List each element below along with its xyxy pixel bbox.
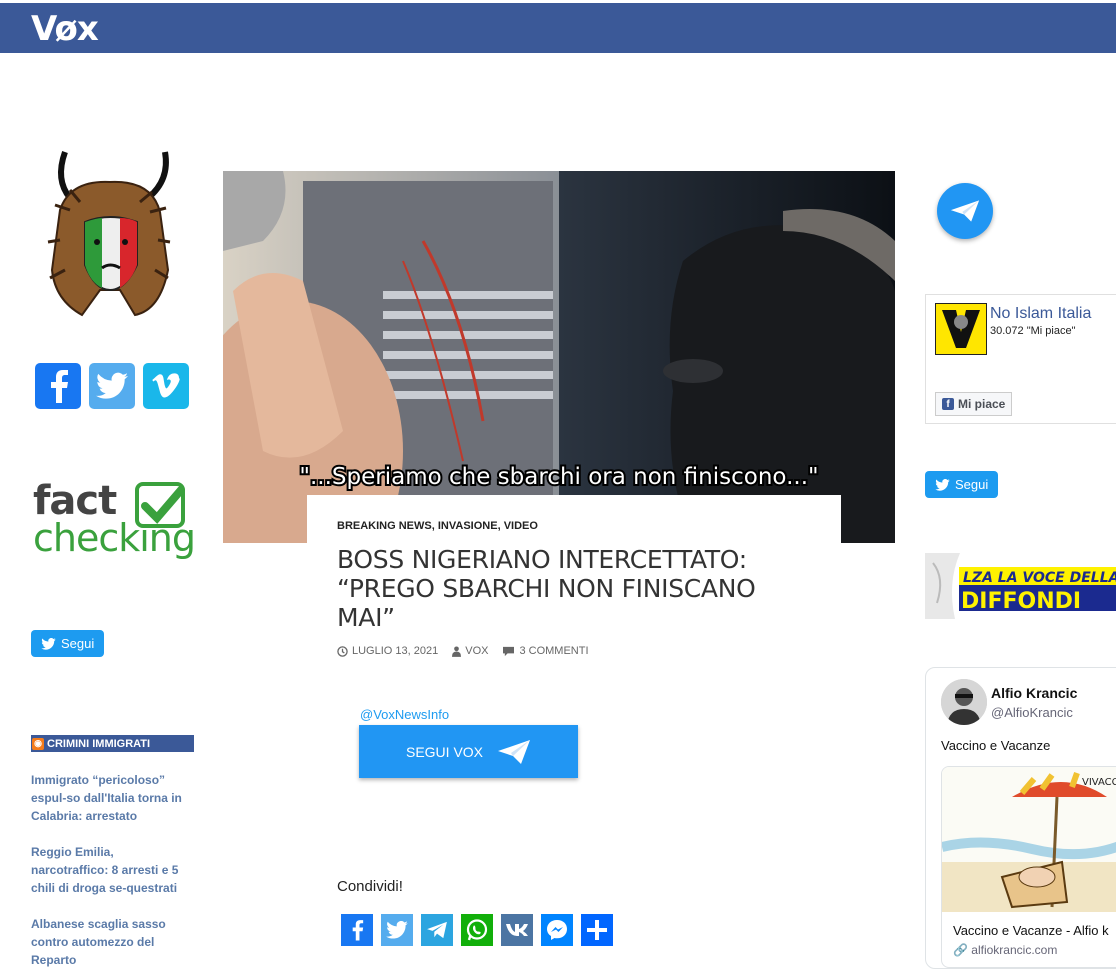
facebook-like-label: Mi piace	[958, 397, 1006, 411]
category-link[interactable]: INVASIONE	[438, 520, 498, 532]
article-meta: LUGLIO 13, 2021 VOX 3 COMMENTI	[337, 645, 589, 657]
article-categories: BREAKING NEWS, INVASIONE, VIDEO	[337, 520, 538, 532]
comment-icon	[503, 646, 515, 656]
tweet-author-avatar[interactable]	[941, 679, 987, 725]
twitter-bird-icon	[935, 478, 950, 491]
twitter-icon[interactable]	[89, 363, 135, 409]
share-vk-icon[interactable]	[501, 914, 533, 946]
facebook-page-likes: 30.072 "Mi piace"	[990, 325, 1076, 337]
twitter-bird-icon	[41, 637, 56, 650]
banner-line-2: DIFFONDI	[961, 589, 1081, 614]
facebook-icon[interactable]	[35, 363, 81, 409]
article-title[interactable]: BOSS NIGERIANO INTERCETTATO: “PREGO SBAR…	[337, 545, 797, 632]
post-author[interactable]: VOX	[452, 645, 488, 657]
share-facebook-icon[interactable]	[341, 914, 373, 946]
facebook-page-name[interactable]: No Islam Italia	[990, 305, 1091, 323]
site-logo[interactable]: Vøx	[31, 9, 99, 49]
share-buttons	[341, 914, 613, 946]
post-date[interactable]: LUGLIO 13, 2021	[337, 645, 438, 657]
rss-icon: ◉	[32, 737, 44, 750]
vimeo-icon[interactable]	[143, 363, 189, 409]
checkmark-icon	[135, 482, 185, 528]
fact-checking-logo[interactable]: fact checking	[33, 478, 196, 578]
post-comments[interactable]: 3 COMMENTI	[502, 645, 589, 657]
tweet-author-name[interactable]: Alfio Krancic	[991, 685, 1077, 701]
paper-plane-icon	[498, 739, 531, 764]
article-featured-image[interactable]: "...Speriamo che sbarchi ora non finisco…	[223, 171, 895, 543]
share-label: Condividi!	[337, 878, 403, 895]
image-caption: "...Speriamo che sbarchi ora non finisco…	[299, 464, 818, 490]
tweet-card-image: VIVACCI	[942, 767, 1116, 912]
facebook-page-avatar[interactable]	[935, 303, 987, 355]
twitter-follow-button-left[interactable]: Segui	[31, 630, 105, 657]
rss-item[interactable]: Reggio Emilia, narcotraffico: 8 arresti …	[31, 843, 193, 897]
post-author-text: VOX	[465, 645, 489, 657]
segui-label: Segui	[955, 477, 989, 492]
voce-banner[interactable]: LZA LA VOCE DELLA DIFFONDI	[925, 553, 1116, 619]
tweet-card-title[interactable]: Vaccino e Vacanze - Alfio k	[953, 923, 1109, 938]
top-bar: Vøx	[0, 3, 1116, 53]
cartoon-speech: VIVACCI	[1082, 777, 1116, 788]
social-icons	[35, 363, 189, 409]
facebook-like-button[interactable]: f Mi piace	[935, 392, 1013, 416]
rss-item[interactable]: Albanese scaglia sasso contro automezzo …	[31, 915, 193, 969]
facebook-icon: f	[942, 398, 954, 410]
rss-item[interactable]: Immigrato “pericoloso” espul-so dall'Ita…	[31, 771, 193, 825]
telegram-handle-link[interactable]: @VoxNewsInfo	[360, 707, 449, 722]
tweet-author-handle[interactable]: @AlfioKrancic	[991, 705, 1073, 720]
mascot-image	[47, 150, 171, 317]
share-telegram-icon[interactable]	[421, 914, 453, 946]
share-more-icon[interactable]	[581, 914, 613, 946]
share-whatsapp-icon[interactable]	[461, 914, 493, 946]
share-messenger-icon[interactable]	[541, 914, 573, 946]
twitter-follow-button-right[interactable]: Segui	[925, 471, 999, 498]
category-link[interactable]: VIDEO	[504, 520, 538, 532]
post-date-text: LUGLIO 13, 2021	[352, 645, 439, 657]
post-comments-text: 3 COMMENTI	[519, 645, 589, 657]
segui-vox-label: SEGUI VOX	[405, 743, 484, 760]
telegram-button[interactable]	[937, 183, 993, 239]
tweet-text: Vaccino e Vacanze	[941, 738, 1051, 753]
segui-label: Segui	[61, 636, 95, 651]
category-link[interactable]: BREAKING NEWS	[337, 520, 432, 532]
user-icon	[452, 645, 462, 657]
link-icon: 🔗	[953, 943, 968, 957]
rss-heading-text: CRIMINI IMMIGRATI	[47, 737, 151, 750]
rss-widget-heading: ◉ CRIMINI IMMIGRATI	[31, 735, 194, 752]
clock-icon	[337, 645, 348, 657]
tweet-card-url-text: alfiokrancic.com	[971, 943, 1058, 957]
telegram-icon	[950, 200, 980, 222]
share-twitter-icon[interactable]	[381, 914, 413, 946]
tweet-card-url[interactable]: 🔗 alfiokrancic.com	[953, 943, 1057, 957]
segui-vox-button[interactable]: SEGUI VOX	[359, 725, 578, 778]
banner-line-1: LZA LA VOCE DELLA	[963, 570, 1116, 586]
